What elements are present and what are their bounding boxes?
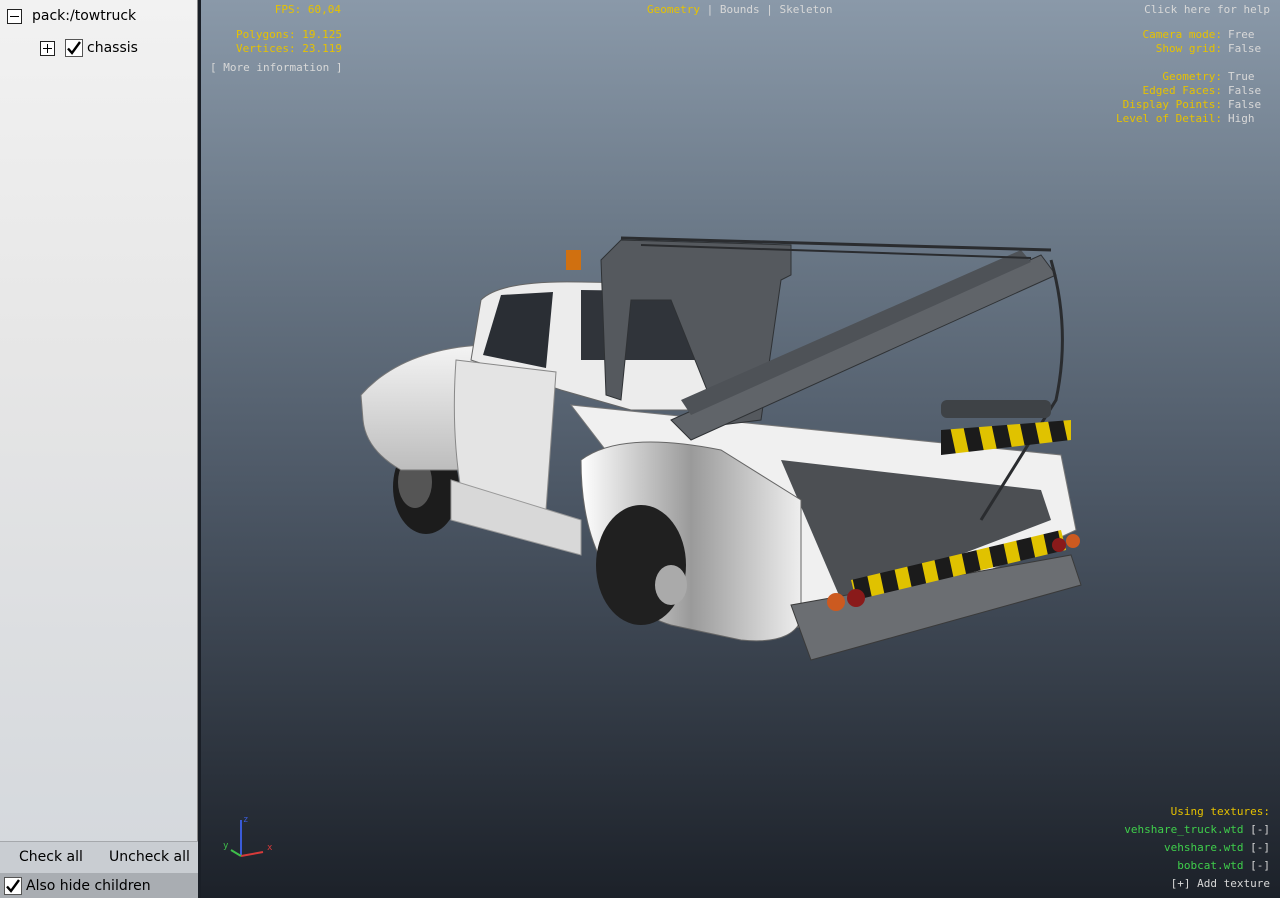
fps-label: FPS: xyxy=(274,3,302,16)
edged-faces-row[interactable]: Edged Faces: False xyxy=(1050,84,1270,98)
also-hide-children-row[interactable]: Also hide children xyxy=(0,873,198,898)
show-grid-row[interactable]: Show grid: False xyxy=(1070,42,1270,56)
chassis-checkbox[interactable] xyxy=(65,39,83,57)
axis-y-label: y xyxy=(223,841,229,851)
camera-mode-value: Free xyxy=(1228,28,1255,41)
tree-root-label: pack:/towtruck xyxy=(32,8,137,24)
tab-separator: | xyxy=(706,3,714,16)
checkmark-icon xyxy=(6,878,20,893)
tree-item-label: chassis xyxy=(87,40,138,56)
checkmark-icon xyxy=(67,41,81,55)
uncheck-all-button[interactable]: Uncheck all xyxy=(109,849,190,865)
camera-mode-row[interactable]: Camera mode: Free xyxy=(1070,28,1270,42)
tab-separator: | xyxy=(766,3,773,16)
fps-readout: FPS: 60,04 xyxy=(251,3,341,17)
display-points-row[interactable]: Display Points: False xyxy=(1050,98,1270,112)
textures-heading: Using textures: xyxy=(1170,805,1270,818)
geometry-value: True xyxy=(1228,70,1255,83)
show-grid-value: False xyxy=(1228,42,1262,55)
lod-value: High xyxy=(1228,112,1255,125)
lod-row[interactable]: Level of Detail: High xyxy=(1050,112,1270,126)
towtruck-model xyxy=(360,236,1082,661)
collapse-icon[interactable] xyxy=(7,8,22,24)
remove-texture-button[interactable]: [-] xyxy=(1250,841,1270,854)
display-points-label: Display Points: xyxy=(1122,98,1222,111)
polygons-readout: Polygons: 19.125 xyxy=(236,28,342,42)
axis-x-label: x xyxy=(267,843,273,853)
also-hide-children-label: Also hide children xyxy=(26,877,151,894)
texture-name[interactable]: vehshare_truck.wtd xyxy=(1124,823,1243,836)
geometry-row[interactable]: Geometry: True xyxy=(1050,70,1270,84)
texture-name[interactable]: bobcat.wtd xyxy=(1177,859,1243,872)
also-hide-children-checkbox[interactable] xyxy=(4,876,22,895)
remove-texture-button[interactable]: [-] xyxy=(1250,859,1270,872)
check-all-button[interactable]: Check all xyxy=(19,849,83,865)
scene-tree-panel: pack:/towtruck chassis Check all Uncheck… xyxy=(0,0,198,898)
camera-settings: Camera mode: Free Show grid: False xyxy=(1070,28,1270,56)
texture-item: vehshare_truck.wtd [-] xyxy=(970,821,1270,839)
camera-mode-label: Camera mode: xyxy=(1142,28,1222,41)
tree-root-row[interactable]: pack:/towtruck xyxy=(7,8,136,24)
axis-gizmo-icon: z x y xyxy=(223,815,273,857)
tab-skeleton[interactable]: Skeleton xyxy=(779,3,832,16)
vertices-label: Vertices: xyxy=(236,42,296,55)
expand-icon[interactable] xyxy=(40,40,55,56)
vertices-readout: Vertices: 23.119 xyxy=(236,42,342,56)
add-texture-button[interactable]: [+] Add texture xyxy=(970,875,1270,893)
texture-item: vehshare.wtd [-] xyxy=(970,839,1270,857)
texture-item: bobcat.wtd [-] xyxy=(970,857,1270,875)
3d-viewport[interactable]: FPS: 60,04 Polygons: 19.125 Vertices: 23… xyxy=(201,0,1280,898)
edged-faces-value: False xyxy=(1228,84,1262,97)
edged-faces-label: Edged Faces: xyxy=(1142,84,1222,97)
more-information-link[interactable]: [ More information ] xyxy=(210,61,342,75)
textures-panel: Using textures: vehshare_truck.wtd [-] v… xyxy=(970,803,1270,893)
geometry-label: Geometry: xyxy=(1162,70,1222,83)
tree-item-chassis[interactable]: chassis xyxy=(40,39,138,57)
render-settings: Geometry: True Edged Faces: False Displa… xyxy=(1050,70,1270,126)
fps-value: 60,04 xyxy=(307,3,341,16)
vertices-value: 23.119 xyxy=(302,42,342,55)
remove-texture-button[interactable]: [-] xyxy=(1250,823,1270,836)
polygons-value: 19.125 xyxy=(302,28,342,41)
texture-name[interactable]: vehshare.wtd xyxy=(1164,841,1243,854)
view-mode-tabs: Geometry | Bounds | Skeleton xyxy=(647,3,832,17)
show-grid-label: Show grid: xyxy=(1155,42,1222,55)
lod-label: Level of Detail: xyxy=(1116,112,1222,125)
tab-geometry[interactable]: Geometry xyxy=(647,3,700,16)
display-points-value: False xyxy=(1228,98,1262,111)
help-link[interactable]: Click here for help xyxy=(1144,3,1270,17)
tab-bounds[interactable]: Bounds xyxy=(720,3,760,16)
polygons-label: Polygons: xyxy=(236,28,296,41)
axis-z-label: z xyxy=(243,815,248,825)
